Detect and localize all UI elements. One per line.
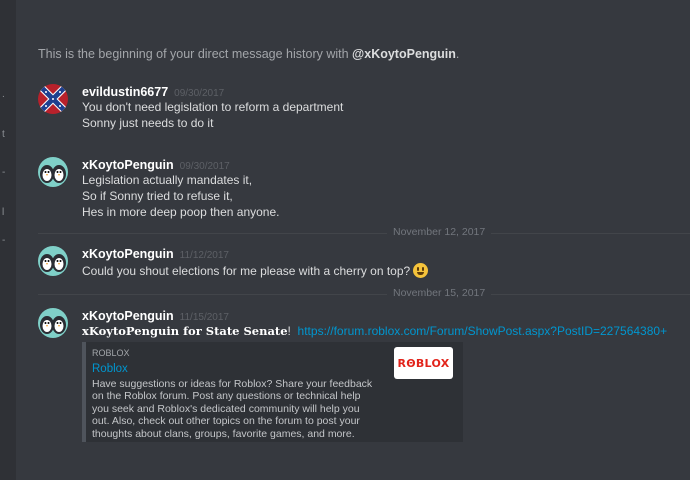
username[interactable]: evildustin6677 bbox=[82, 85, 168, 99]
username[interactable]: xKoytoPenguin bbox=[82, 247, 174, 261]
date-divider: November 12, 2017 bbox=[38, 226, 690, 238]
message-line: Legislation actually mandates it, bbox=[82, 173, 253, 187]
message-line: xKoytoPenguin for State Senate! https://… bbox=[82, 324, 667, 338]
strip-glyph: t bbox=[2, 129, 5, 140]
strip-glyph: . bbox=[2, 89, 5, 100]
penguin-avatar[interactable] bbox=[38, 246, 68, 276]
date-divider: November 15, 2017 bbox=[38, 287, 690, 299]
username[interactable]: xKoytoPenguin bbox=[82, 309, 174, 323]
message-header: xKoytoPenguin 11/12/2017 bbox=[82, 246, 229, 261]
embed-provider: ROBLOX bbox=[92, 348, 130, 358]
date-divider-label: November 12, 2017 bbox=[387, 226, 492, 238]
message-text: Could you shout elections for me please … bbox=[82, 264, 411, 278]
roblox-logo-thumbnail[interactable]: RΘBLOX bbox=[394, 347, 453, 379]
message-line: Hes in more deep poop then anyone. bbox=[82, 205, 280, 219]
strip-glyph: - bbox=[2, 235, 6, 246]
forum-link[interactable]: https://forum.roblox.com/Forum/ShowPost.… bbox=[298, 324, 668, 338]
strip-glyph: l bbox=[2, 207, 5, 218]
dm-start-text: This is the beginning of your direct mes… bbox=[38, 47, 353, 61]
date-divider-label: November 15, 2017 bbox=[387, 287, 492, 299]
confederate-flag-avatar[interactable] bbox=[38, 84, 68, 114]
link-embed: ROBLOX Roblox Have suggestions or ideas … bbox=[82, 342, 463, 442]
roblox-logo-text: RΘBLOX bbox=[397, 356, 450, 370]
dm-start-end: . bbox=[455, 47, 460, 61]
message-line: Sonny just needs to do it bbox=[82, 116, 214, 130]
timestamp: 11/12/2017 bbox=[179, 250, 229, 261]
message-line: You don't need legislation to reform a d… bbox=[82, 100, 344, 114]
dm-recipient-mention[interactable]: @xKoytoPenguin bbox=[352, 47, 456, 61]
post-title: xKoytoPenguin for State Senate bbox=[82, 324, 288, 338]
penguin-avatar[interactable] bbox=[38, 308, 68, 338]
penguin-avatar[interactable] bbox=[38, 157, 68, 187]
dm-history-start: This is the beginning of your direct mes… bbox=[38, 47, 459, 61]
timestamp: 09/30/2017 bbox=[174, 88, 225, 99]
smiley-emoji[interactable] bbox=[413, 263, 429, 278]
post-title-punct: ! bbox=[287, 324, 291, 338]
embed-description: Have suggestions or ideas for Roblox? Sh… bbox=[92, 378, 373, 440]
message-header: xKoytoPenguin 09/30/2017 bbox=[82, 157, 230, 172]
message-header: evildustin6677 09/30/2017 bbox=[82, 84, 224, 99]
embed-title-link[interactable]: Roblox bbox=[92, 363, 128, 375]
strip-glyph: - bbox=[2, 167, 6, 178]
username[interactable]: xKoytoPenguin bbox=[82, 158, 174, 172]
message-line: Could you shout elections for me please … bbox=[82, 263, 429, 278]
timestamp: 11/15/2017 bbox=[179, 312, 229, 323]
server-channel-strip: . t - l - bbox=[0, 0, 16, 480]
timestamp: 09/30/2017 bbox=[179, 161, 230, 172]
message-line: So if Sonny tried to refuse it, bbox=[82, 189, 233, 203]
message-header: xKoytoPenguin 11/15/2017 bbox=[82, 308, 229, 323]
